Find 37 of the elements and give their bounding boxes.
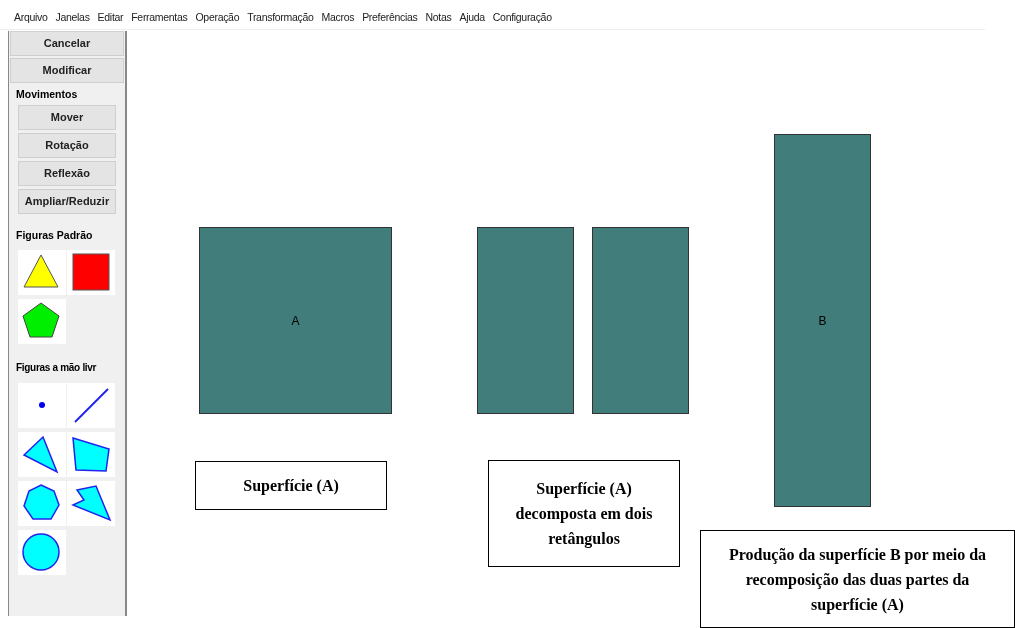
figure-tool[interactable]	[67, 382, 115, 428]
figure-tool[interactable]	[67, 249, 115, 295]
menu-item[interactable]: Preferências	[362, 10, 418, 26]
menu-item[interactable]: Editar	[97, 10, 124, 26]
tool-button[interactable]: Mover	[18, 104, 116, 130]
circle-icon	[21, 531, 63, 573]
figure-tool[interactable]	[18, 298, 66, 344]
figure-tool[interactable]	[18, 529, 66, 575]
menu-item[interactable]: Transformação	[247, 10, 314, 26]
shape-label: A	[291, 312, 300, 330]
square-icon	[70, 251, 112, 293]
caption-box: Produção da superfície B por meio da recomposição das duas partes da superfície (A)	[700, 530, 1015, 628]
menu-item[interactable]: Ferramentas	[131, 10, 188, 26]
caption-box: Superfície (A) decomposta em dois retângulos	[488, 460, 680, 567]
shape-label: B	[818, 312, 827, 330]
tool-button[interactable]: Modificar	[10, 58, 124, 83]
figure-tool[interactable]	[67, 480, 115, 526]
tool-button[interactable]: Cancelar	[10, 31, 124, 56]
tool-button[interactable]: Ampliar/Reduzir	[18, 188, 116, 214]
concave-icon	[70, 482, 112, 524]
section-title: Movimentos	[15, 87, 79, 102]
menu-item[interactable]: Operação	[195, 10, 240, 26]
menu-item[interactable]: Configuração	[492, 10, 552, 26]
figure-tool[interactable]	[18, 431, 66, 477]
section-title: Figuras a mão livr	[15, 360, 98, 375]
tool-button[interactable]: Rotação	[18, 132, 116, 158]
figure-tool[interactable]	[18, 480, 66, 526]
figure-tool[interactable]	[67, 431, 115, 477]
point-icon	[38, 401, 46, 409]
tool-button[interactable]: Reflexão	[18, 160, 116, 186]
menu-item[interactable]: Notas	[425, 10, 452, 26]
menu-item[interactable]: Ajuda	[459, 10, 485, 26]
menu-item[interactable]: Macros	[321, 10, 355, 26]
caption-box: Superfície (A)	[195, 461, 387, 510]
section-title: Figuras Padrão	[15, 227, 94, 243]
menu-item[interactable]: Janelas	[55, 10, 90, 26]
menu-item[interactable]: Arquivo	[14, 10, 48, 26]
